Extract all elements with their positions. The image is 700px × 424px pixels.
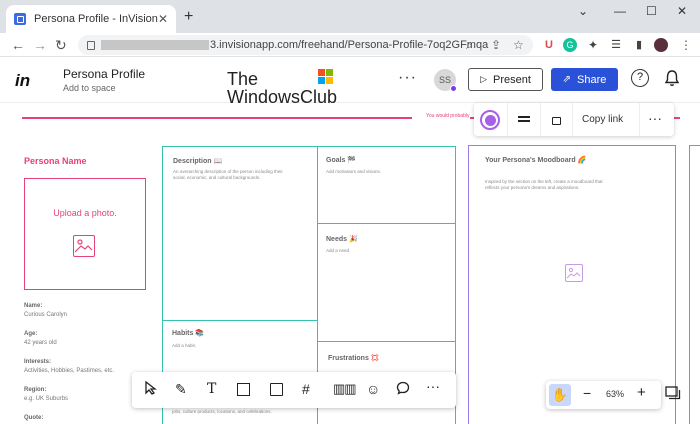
image-placeholder-icon bbox=[73, 235, 95, 257]
notifications-bell-icon[interactable] bbox=[664, 69, 680, 92]
avatar-initials: SS bbox=[438, 75, 451, 85]
address-bar[interactable]: 3.invisionapp.com/freehand/Persona-Profi… bbox=[78, 35, 533, 55]
search-icon[interactable]: ⌕ bbox=[466, 37, 473, 53]
share-label: Share bbox=[577, 73, 607, 86]
moodboard-text: Inspired by the section on the left, cre… bbox=[485, 179, 603, 190]
pen-tool-icon[interactable]: ✎ bbox=[175, 381, 187, 398]
close-tab-icon[interactable]: ✕ bbox=[158, 12, 168, 26]
present-button[interactable]: ▷ Present bbox=[468, 68, 543, 91]
more-tools-icon[interactable]: ··· bbox=[426, 378, 440, 394]
copy-link-button[interactable]: Copy link bbox=[582, 114, 623, 125]
field-value-interests[interactable]: Activities, Hobbies, Pastimes, etc. bbox=[24, 368, 114, 374]
extensions-puzzle-icon[interactable]: ✦ bbox=[586, 38, 600, 52]
needs-title: Needs 🎉 bbox=[326, 236, 358, 243]
shape-tool-icon[interactable] bbox=[237, 383, 250, 396]
habits-text: Add a habit. bbox=[172, 343, 197, 348]
selection-toolbar: Copy link ··· bbox=[474, 103, 674, 136]
color-picker-button[interactable] bbox=[480, 110, 500, 130]
new-tab-button[interactable]: + bbox=[184, 8, 193, 26]
comment-icon[interactable] bbox=[396, 381, 410, 398]
page-title[interactable]: Persona Profile bbox=[63, 67, 145, 81]
header-divider-line bbox=[22, 117, 412, 119]
frame-tool-icon[interactable]: # bbox=[302, 381, 310, 397]
browser-tab-strip: Persona Profile - InVision ✕ + ⌄ — ☐ ✕ bbox=[0, 0, 700, 33]
forward-icon[interactable]: → bbox=[33, 37, 47, 53]
more-options-icon[interactable]: ··· bbox=[398, 69, 417, 87]
field-value-name[interactable]: Curious Carolyn bbox=[24, 312, 67, 318]
zoom-level[interactable]: 63% bbox=[606, 389, 624, 399]
present-label: Present bbox=[493, 73, 531, 86]
field-value-region[interactable]: e.g. UK Suburbs bbox=[24, 396, 68, 402]
invision-logo[interactable]: in bbox=[15, 71, 30, 91]
persona-name-label[interactable]: Persona Name bbox=[24, 156, 87, 166]
bookmark-star-icon[interactable]: ☆ bbox=[513, 37, 524, 53]
templates-icon[interactable]: ▥▥ bbox=[333, 381, 357, 397]
field-label-interests: Interests: bbox=[24, 359, 52, 365]
tab-title: Persona Profile - InVision bbox=[34, 13, 158, 25]
side-panel-icon[interactable]: ▮ bbox=[632, 38, 646, 52]
share-icon: ⇗ bbox=[562, 74, 572, 85]
tiny-note-text: You would probably bbox=[426, 113, 470, 119]
frustrations-title: Frustrations 💢 bbox=[328, 355, 380, 362]
lock-icon[interactable] bbox=[552, 117, 561, 125]
goals-title: Goals 🏁 bbox=[326, 157, 357, 164]
stroke-width-icon[interactable] bbox=[518, 116, 530, 124]
zoom-out-button[interactable]: − bbox=[583, 385, 591, 401]
habits-title: Habits 📚 bbox=[172, 330, 205, 337]
field-value-age[interactable]: 42 years old bbox=[24, 340, 57, 346]
sticky-note-icon[interactable] bbox=[270, 383, 283, 396]
field-label-quote: Quote: bbox=[24, 415, 44, 421]
lock-icon bbox=[87, 40, 95, 50]
user-avatar[interactable]: SS bbox=[434, 69, 457, 92]
browser-toolbar: ← → ↻ 3.invisionapp.com/freehand/Persona… bbox=[0, 33, 700, 57]
goals-text: Add motivators and visions. bbox=[326, 169, 382, 174]
select-cursor-icon[interactable] bbox=[144, 380, 158, 398]
zoom-controls: ✋ − 63% + bbox=[546, 381, 661, 409]
moodboard-image-placeholder-icon bbox=[565, 264, 583, 282]
menu-dots-icon[interactable]: ⋮ bbox=[680, 37, 692, 53]
help-icon[interactable]: ? bbox=[631, 69, 649, 87]
description-text: An overarching description of the person… bbox=[173, 169, 283, 180]
profile-avatar[interactable] bbox=[654, 38, 668, 52]
share-button[interactable]: ⇗ Share bbox=[551, 68, 618, 91]
moodboard-title: Your Persona's Moodboard 🌈 bbox=[485, 157, 587, 164]
browser-tab[interactable]: Persona Profile - InVision ✕ bbox=[6, 5, 176, 33]
back-icon[interactable]: ← bbox=[11, 37, 25, 53]
add-to-space-link[interactable]: Add to space bbox=[63, 83, 116, 93]
invision-favicon-icon bbox=[14, 13, 26, 25]
needs-text: Add a need. bbox=[326, 248, 351, 253]
share-page-icon[interactable]: ⇪ bbox=[491, 37, 501, 53]
field-label-age: Age: bbox=[24, 331, 38, 337]
zoom-in-button[interactable]: + bbox=[637, 384, 646, 401]
reading-list-icon[interactable]: ☰ bbox=[609, 38, 623, 52]
u-extension-icon[interactable]: U bbox=[542, 38, 556, 52]
play-icon: ▷ bbox=[480, 74, 487, 84]
drawing-tools-toolbar: ✎ T # ▥▥ ☺ ··· bbox=[132, 372, 456, 408]
hand-pan-icon[interactable]: ✋ bbox=[549, 384, 571, 406]
chevron-down-icon[interactable]: ⌄ bbox=[578, 4, 588, 18]
minimize-icon[interactable]: — bbox=[614, 4, 626, 18]
maximize-icon[interactable]: ☐ bbox=[646, 4, 657, 18]
close-window-icon[interactable]: ✕ bbox=[677, 4, 687, 18]
description-title: Description 📖 bbox=[173, 158, 223, 165]
layers-panel-icon[interactable] bbox=[665, 386, 681, 403]
windows-logo-icon bbox=[318, 69, 334, 85]
upload-photo-label: Upload a photo. bbox=[53, 208, 117, 218]
habits-bottom-text: jobs, culture products, locations, and c… bbox=[172, 409, 272, 414]
text-tool-icon[interactable]: T bbox=[207, 381, 216, 397]
sticker-icon[interactable]: ☺ bbox=[366, 381, 380, 397]
moodboard-box-2[interactable] bbox=[689, 145, 700, 424]
field-label-name: Name: bbox=[24, 303, 43, 309]
more-options-icon[interactable]: ··· bbox=[648, 110, 662, 126]
photo-upload-box[interactable]: Upload a photo. bbox=[24, 178, 146, 290]
app-header: in Persona Profile Add to space The Wind… bbox=[0, 57, 700, 107]
online-status-dot bbox=[450, 85, 457, 92]
field-label-region: Region: bbox=[24, 387, 47, 393]
grammarly-icon[interactable]: G bbox=[563, 38, 577, 52]
url-text: 3.invisionapp.com/freehand/Persona-Profi… bbox=[210, 39, 489, 51]
redacted-domain bbox=[101, 40, 209, 50]
reload-icon[interactable]: ↻ bbox=[55, 37, 67, 53]
